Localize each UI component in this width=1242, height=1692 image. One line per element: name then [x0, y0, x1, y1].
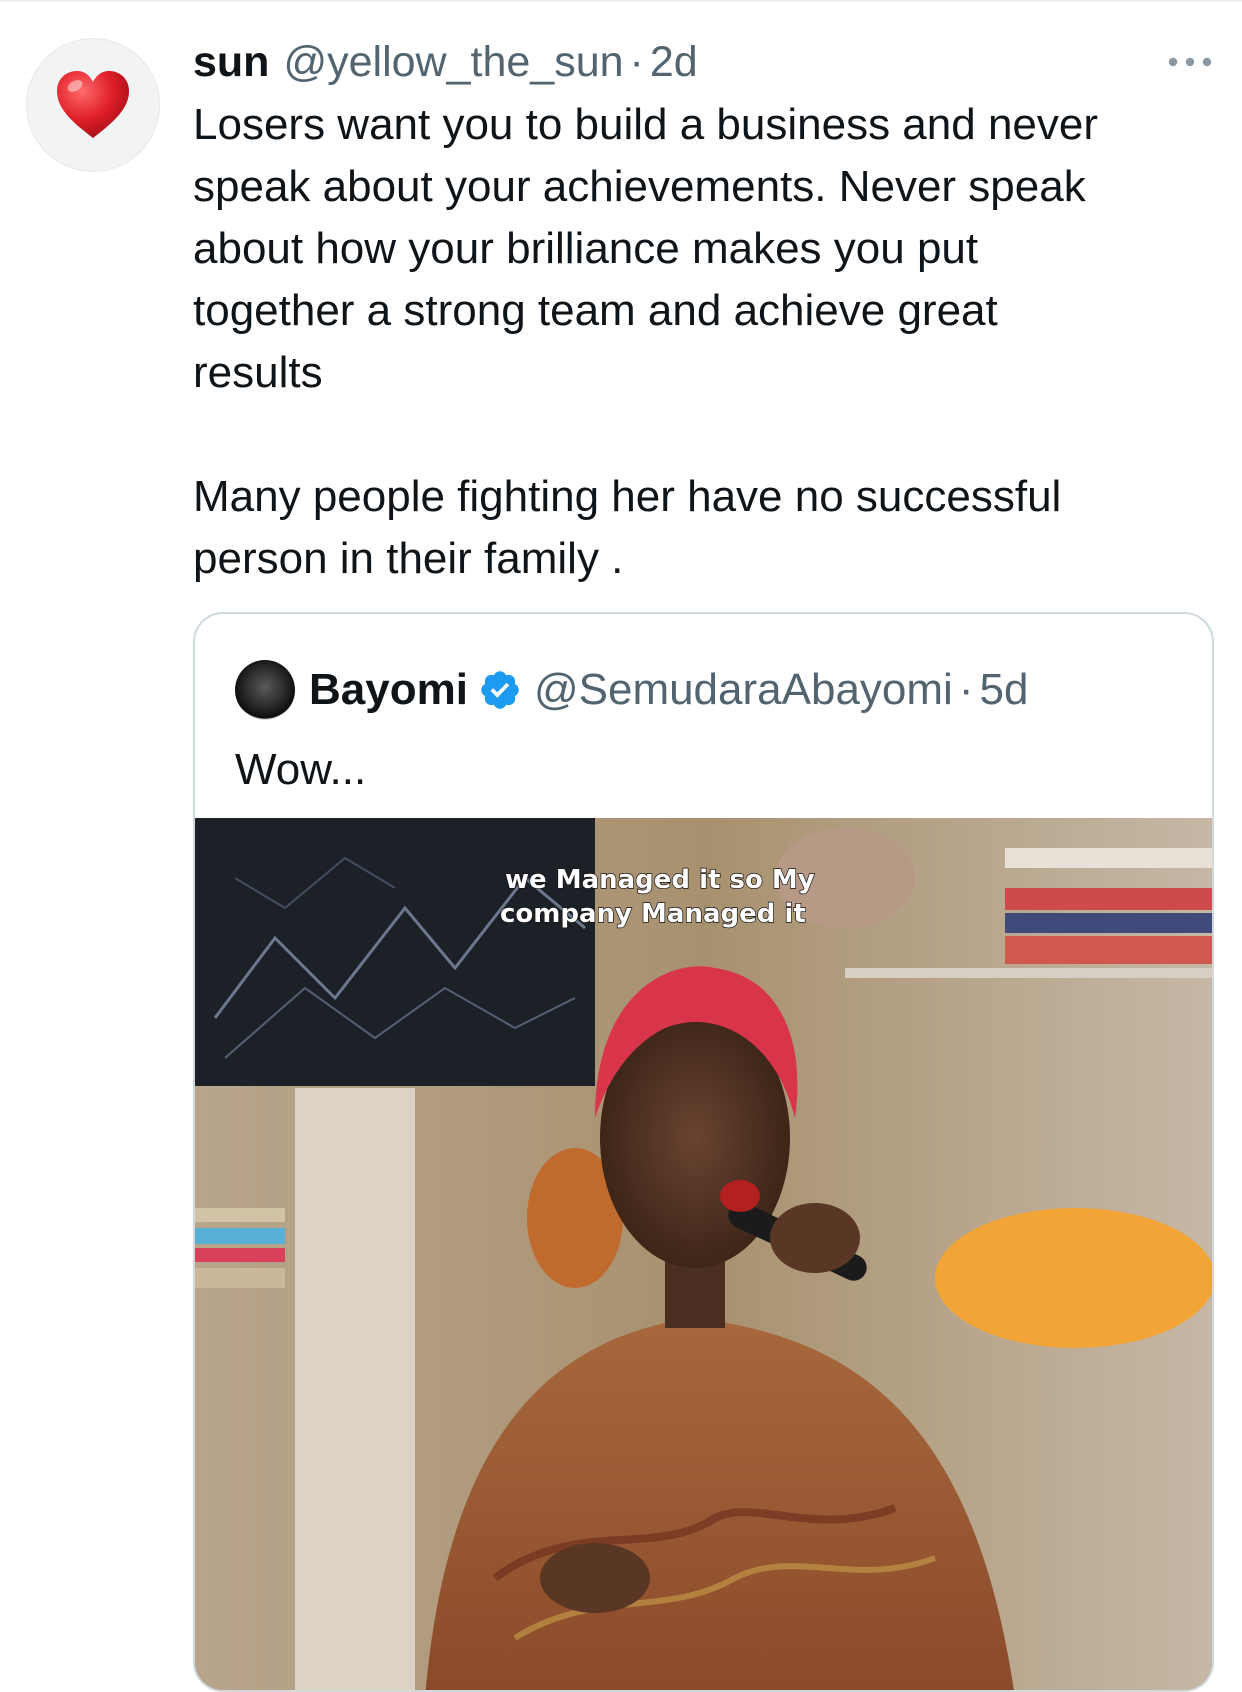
quoted-tweet-card[interactable]: Bayomi @SemudaraAbayomi · 5d Wow... we M… — [193, 612, 1214, 1692]
video-still-image: we Managed it so My company Managed it — [195, 818, 1212, 1690]
red-heart-icon — [57, 71, 129, 138]
author-handle[interactable]: @yellow_the_sun — [283, 32, 623, 92]
more-options-button[interactable] — [1160, 52, 1220, 72]
more-dots-icon — [1168, 57, 1212, 67]
media-caption-line2: company Managed it — [500, 899, 806, 929]
tweet-text: Losers want you to build a business and … — [193, 100, 1099, 583]
top-divider — [0, 0, 1242, 2]
quoted-header-separator: · — [958, 665, 974, 714]
quoted-author-avatar[interactable] — [235, 660, 295, 720]
tweet-header: sun @yellow_the_sun · 2d — [193, 32, 698, 92]
verified-badge-icon — [481, 671, 519, 709]
quoted-author-display-name[interactable]: Bayomi — [309, 665, 468, 715]
quoted-tweet-timestamp[interactable]: 5d — [979, 665, 1028, 715]
quoted-tweet-media[interactable]: we Managed it so My company Managed it — [195, 818, 1212, 1690]
quoted-tweet-header: Bayomi @SemudaraAbayomi · 5d — [235, 660, 1028, 720]
author-display-name[interactable]: sun — [193, 32, 269, 92]
header-separator: · — [629, 38, 644, 86]
tweet-timestamp[interactable]: 2d — [650, 32, 698, 92]
quoted-tweet-text: Wow... — [235, 745, 367, 794]
quoted-author-handle[interactable]: @SemudaraAbayomi — [534, 665, 953, 715]
media-caption-line1: we Managed it so My — [505, 865, 815, 895]
author-avatar[interactable] — [26, 38, 160, 172]
